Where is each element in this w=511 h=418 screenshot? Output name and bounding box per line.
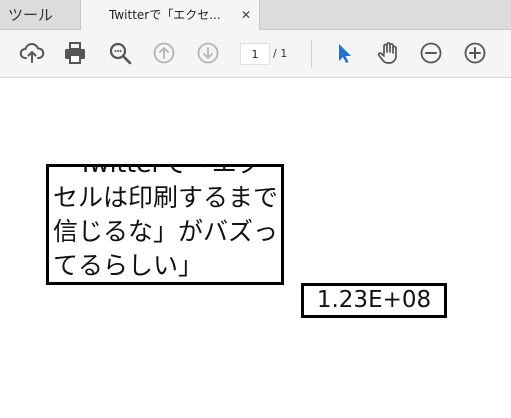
select-arrow-icon[interactable] (331, 40, 357, 66)
cloud-upload-icon[interactable] (19, 40, 45, 66)
print-icon[interactable] (62, 40, 88, 66)
zoom-out-icon[interactable] (418, 40, 444, 66)
page-up-icon[interactable] (151, 40, 177, 66)
document-page: 「Twitterで「エクセルは印刷するまで信じるな」がバズってるらしい」 1.2… (0, 78, 511, 418)
close-icon[interactable]: ✕ (241, 0, 251, 30)
toolbar: 1 / 1 (0, 30, 511, 78)
pdf-viewer-window: ツール Twitterで「エクセ... ✕ 1 / 1 セルは印刷するまで信じる… (0, 0, 511, 418)
zoom-search-icon[interactable] (107, 40, 133, 66)
hand-tool-icon[interactable] (375, 40, 401, 66)
text-cell-content: 「Twitterで「エクセルは印刷するまで信じるな」がバズってるらしい」 (53, 167, 279, 280)
number-cell-content: 1.23E+08 (316, 287, 432, 313)
toolbar-divider (311, 40, 312, 68)
text-cell: 「Twitterで「エクセルは印刷するまで信じるな」がバズってるらしい」 (46, 164, 284, 285)
page-number-input[interactable]: 1 (240, 43, 270, 65)
number-cell: 1.23E+08 (301, 283, 447, 318)
page-total-label: / 1 (273, 47, 288, 60)
tab-bar: ツール Twitterで「エクセ... ✕ (0, 0, 511, 31)
tab-document[interactable]: Twitterで「エクセ... ✕ (80, 0, 260, 31)
tab-tools[interactable]: ツール (0, 0, 80, 30)
page-down-icon[interactable] (195, 40, 221, 66)
tab-document-title: Twitterで「エクセ... (109, 8, 221, 22)
zoom-in-icon[interactable] (462, 40, 488, 66)
